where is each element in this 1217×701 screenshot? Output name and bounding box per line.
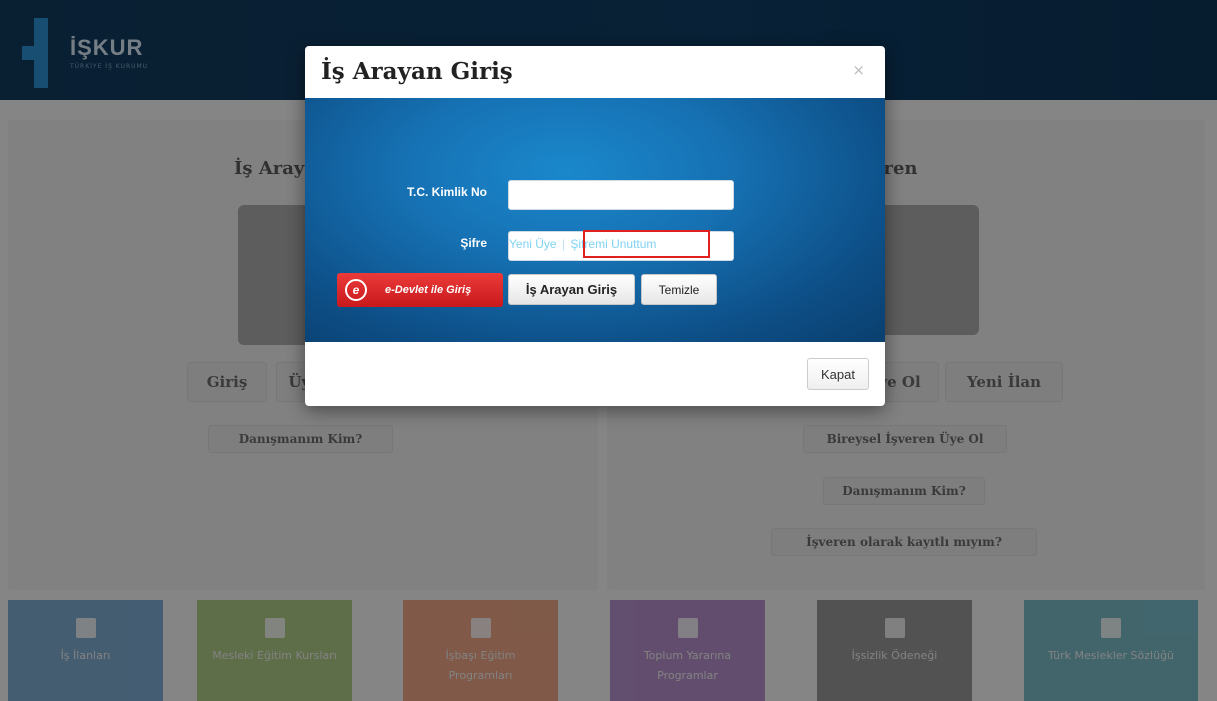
login-modal: İş Arayan Giriş × T.C. Kimlik No Şifre Y… [305, 46, 885, 406]
close-button[interactable]: Kapat [807, 358, 869, 390]
edevlet-label: e-Devlet ile Giriş [385, 284, 472, 296]
link-separator: | [561, 237, 566, 251]
clear-button[interactable]: Temizle [641, 274, 717, 305]
edevlet-logo-icon: e [345, 279, 367, 301]
highlight-box [583, 230, 710, 258]
new-member-link[interactable]: Yeni Üye [509, 237, 557, 251]
password-label: Şifre [460, 236, 487, 250]
tc-label: T.C. Kimlik No [406, 185, 487, 199]
edevlet-login-button[interactable]: e e-Devlet ile Giriş [337, 273, 503, 307]
job-seeker-login-submit-button[interactable]: İş Arayan Giriş [508, 274, 635, 305]
modal-footer: Kapat [305, 342, 885, 406]
tc-kimlik-input[interactable] [508, 180, 734, 210]
close-icon[interactable]: × [852, 61, 865, 79]
modal-header: İş Arayan Giriş × [305, 46, 885, 98]
modal-title: İş Arayan Giriş [321, 58, 513, 85]
login-form: T.C. Kimlik No Şifre Yeni Üye | Şifremi … [305, 98, 885, 342]
